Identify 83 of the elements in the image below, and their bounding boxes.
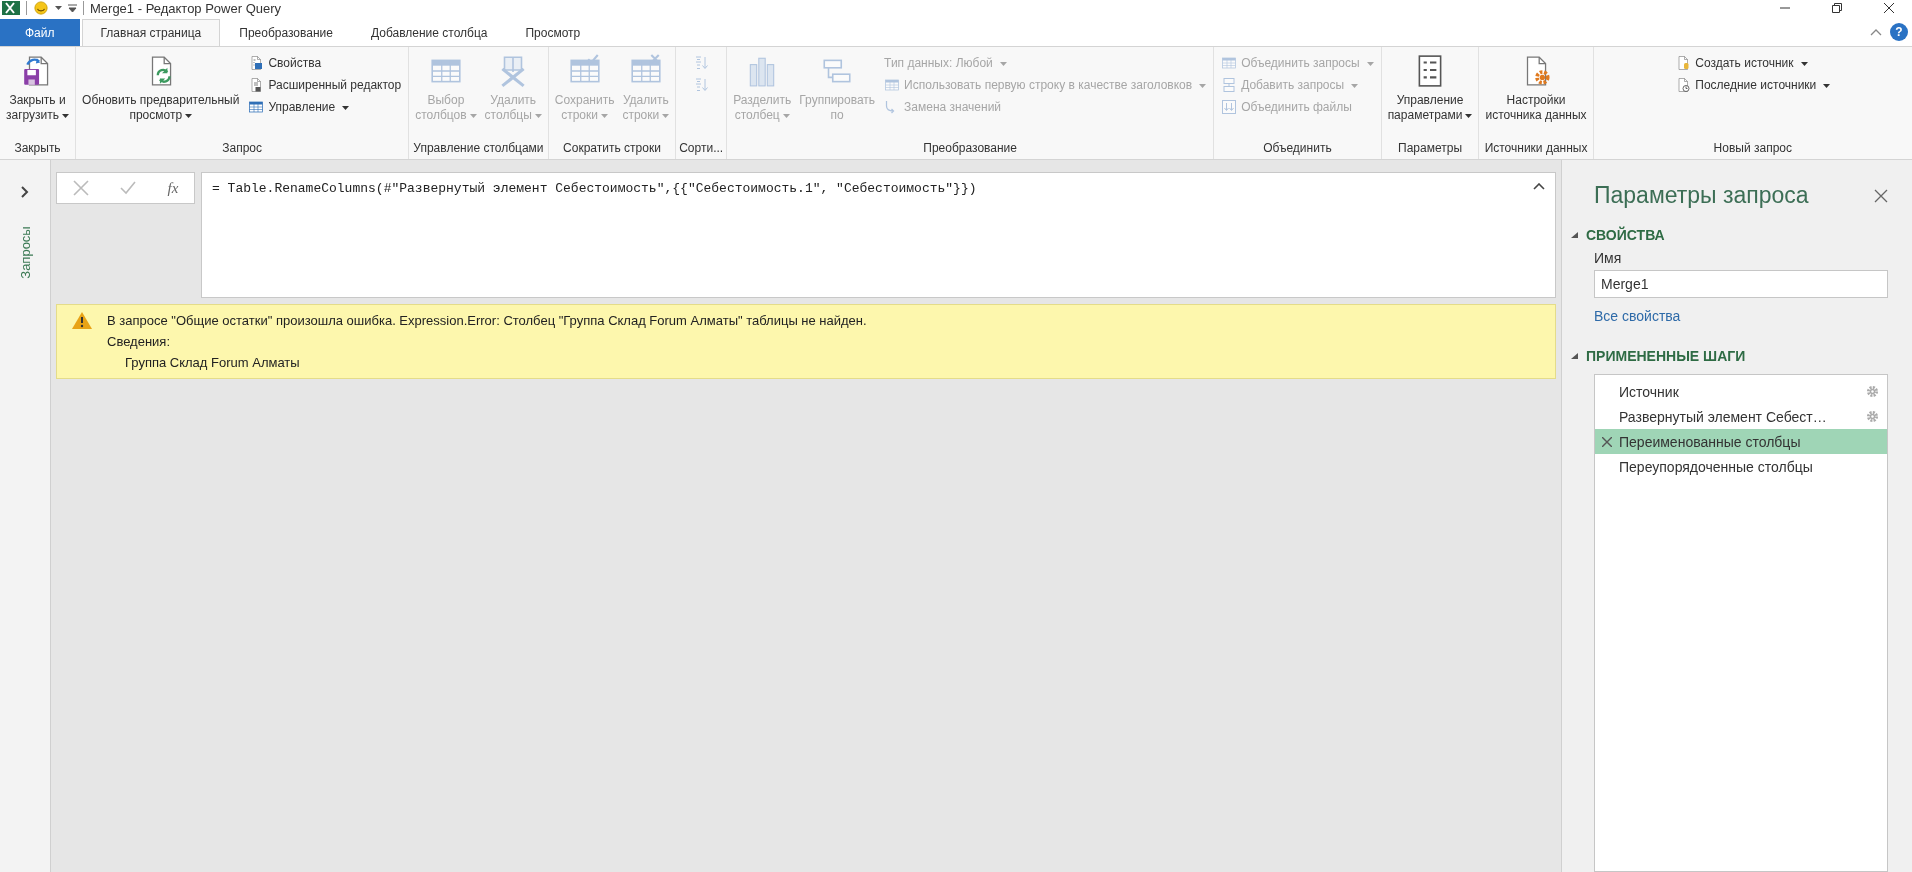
warning-icon xyxy=(71,311,93,330)
caret-icon xyxy=(662,113,670,118)
group-label: Источники данных xyxy=(1483,140,1589,157)
name-label: Имя xyxy=(1594,250,1622,266)
cross-icon xyxy=(72,180,89,196)
group-label: Запрос xyxy=(221,140,263,157)
append-queries-icon xyxy=(1221,77,1238,93)
caret-icon[interactable] xyxy=(55,6,62,10)
ribbon-button[interactable]: Расширенный редактор xyxy=(244,75,406,95)
error-message: В запросе "Общие остатки" произошла ошибка. Expression.Error: Столбец "Группа Склад Forum Алматы" таблицы не найден. xyxy=(107,313,867,328)
panel-title: Параметры запроса xyxy=(1594,182,1809,209)
ribbon-button[interactable]: Управление параметрами xyxy=(1384,51,1476,139)
formula-field[interactable]: = Table.RenameColumns(#"Развернутый элемент Себестоимость",{{"Себестоимость.1", "Себестоимость"}}) xyxy=(201,172,1556,298)
insert-function-button[interactable]: fx xyxy=(161,177,185,199)
caret-icon xyxy=(534,113,542,118)
combine-files-icon xyxy=(1221,99,1238,115)
ribbon-button[interactable]: Создать источник xyxy=(1671,53,1835,73)
group-label: Новый запрос xyxy=(1712,140,1793,157)
group-label: Управление столбцами xyxy=(412,140,545,157)
group-label: Объединить xyxy=(1262,140,1333,157)
caret-icon xyxy=(185,113,193,118)
check-icon xyxy=(120,181,137,195)
group-label: Закрыть xyxy=(13,140,62,157)
caret-icon xyxy=(1199,83,1207,88)
ribbon-tab[interactable]: Главная страница xyxy=(81,19,221,46)
section-heading: ПРИМЕНЕННЫЕ ШАГИ xyxy=(1586,348,1746,364)
delete-icon[interactable] xyxy=(1602,436,1612,447)
ribbon-tab[interactable]: Преобразование xyxy=(220,19,352,46)
step-item[interactable]: Источник xyxy=(1595,379,1887,404)
table-icon xyxy=(248,99,265,115)
help-button[interactable]: ? xyxy=(1890,23,1908,41)
ribbon-button[interactable]: Обновить предварительный просмотр xyxy=(79,51,243,139)
group-label: Сорти... xyxy=(679,140,724,157)
ribbon-button[interactable]: Закрыть и загрузить xyxy=(3,51,73,139)
caret-icon xyxy=(1823,83,1831,88)
ribbon-button[interactable]: Управление xyxy=(244,97,406,117)
ribbon-tab[interactable]: Добавление столбца xyxy=(351,19,507,46)
chevron-up-icon xyxy=(1870,29,1882,36)
document-icon xyxy=(1675,55,1692,71)
caret-icon xyxy=(1465,113,1473,118)
step-item[interactable]: Переименованные столбцы xyxy=(1595,429,1887,454)
caret-icon xyxy=(469,113,477,118)
caret-icon xyxy=(999,61,1007,66)
caret-icon xyxy=(342,105,350,110)
ribbon-button[interactable]: Свойства xyxy=(244,53,406,73)
sort-ascending-icon xyxy=(693,55,710,71)
window-title: Merge1 - Редактор Power Query xyxy=(90,0,282,16)
ribbon-tab[interactable]: Файл xyxy=(0,19,80,46)
caret-icon xyxy=(1800,61,1808,66)
caret-icon xyxy=(601,113,608,118)
group-label: Сократить строки xyxy=(562,140,662,157)
caret-icon xyxy=(1351,83,1359,88)
step-item[interactable]: Развернутый элемент Себест… xyxy=(1595,404,1887,429)
smiley-icon[interactable] xyxy=(33,1,49,15)
step-item[interactable]: Переупорядоченные столбцы xyxy=(1595,454,1887,479)
chevron-up-icon[interactable] xyxy=(1533,183,1545,190)
restore-icon xyxy=(1832,3,1842,13)
ribbon-button[interactable]: Последние источники xyxy=(1671,75,1835,95)
group-label: Параметры xyxy=(1397,140,1464,157)
section-heading: СВОЙСТВА xyxy=(1586,227,1665,243)
queries-pane-label[interactable]: Запросы xyxy=(17,226,33,279)
collapse-triangle-icon[interactable] xyxy=(1571,353,1578,359)
caret-icon xyxy=(1366,61,1374,66)
details-label: Сведения: xyxy=(107,334,170,349)
collapse-triangle-icon[interactable] xyxy=(1571,232,1578,238)
merge-queries-icon xyxy=(1221,55,1238,71)
close-icon xyxy=(1884,3,1894,13)
all-properties-link[interactable]: Все свойства xyxy=(1594,308,1681,324)
customize-toolbar-icon[interactable] xyxy=(68,4,77,12)
close-icon[interactable] xyxy=(1874,188,1888,203)
properties-icon xyxy=(248,55,265,71)
sort-descending-icon xyxy=(693,77,710,93)
minimize-icon xyxy=(1780,7,1790,9)
ribbon-tab[interactable]: Просмотр xyxy=(506,19,600,46)
document-clock-icon xyxy=(1675,77,1692,93)
chevron-right-icon xyxy=(21,186,29,198)
caret-icon xyxy=(782,113,790,118)
error-detail: Группа Склад Forum Алматы xyxy=(125,355,300,370)
ribbon-button[interactable]: Настройки источника данных xyxy=(1482,51,1590,139)
group-label: Преобразование xyxy=(922,140,1018,157)
table-icon xyxy=(884,77,901,93)
name-field[interactable]: Merge1 xyxy=(1594,270,1888,298)
caret-icon xyxy=(62,113,70,118)
